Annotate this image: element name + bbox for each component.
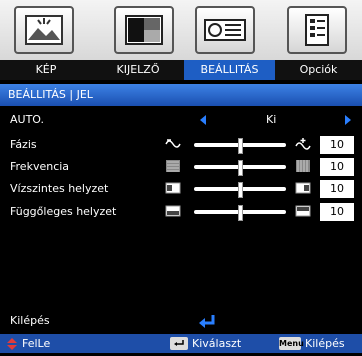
frequency-slider-thumb[interactable] [238, 160, 243, 176]
footer-exit: Menu Kilépés [279, 334, 359, 353]
horizontal-slider-thumb[interactable] [238, 182, 243, 198]
tab-label-opciok[interactable]: Opciók [275, 60, 362, 80]
phase-value: 10 [320, 136, 354, 154]
breadcrumb: BEÁLLITÁS | JEL [0, 84, 362, 106]
horizontal-right-icon [295, 182, 311, 194]
footer-exit-label: Kilépés [305, 337, 345, 350]
setting-label: Függőleges helyzet [10, 205, 117, 218]
phase-minus-icon [165, 139, 181, 148]
vertical-value: 10 [320, 203, 354, 221]
phase-slider-thumb[interactable] [238, 138, 243, 154]
menu-tab-bar: KÉP KIJELZŐ BEÁLLITÁS Opciók [0, 0, 362, 80]
options-icon [287, 6, 347, 54]
return-arrow-icon[interactable] [198, 314, 216, 330]
frequency-value: 10 [320, 158, 354, 176]
arrow-right-icon[interactable] [345, 115, 351, 125]
display-icon [114, 6, 174, 54]
picture-icon [14, 6, 74, 54]
setting-row-vertical[interactable]: Függőleges helyzet 10 [0, 202, 362, 222]
exit-label: Kilépés [10, 314, 50, 327]
projector-icon [195, 6, 255, 54]
setting-row-horizontal[interactable]: Vízszintes helyzet 10 [0, 179, 362, 199]
horizontal-value: 10 [320, 180, 354, 198]
footer-updown-label: FelLe [22, 337, 51, 350]
horizontal-left-icon [165, 182, 181, 194]
setting-label: Frekvencia [10, 160, 70, 173]
vertical-down-icon [165, 205, 181, 217]
auto-label: AUTO. [10, 113, 45, 126]
setting-label: Vízszintes helyzet [10, 182, 109, 195]
footer-select-label: Kiválaszt [192, 337, 242, 350]
footer-select: Kiválaszt [170, 334, 250, 353]
arrow-left-icon[interactable] [200, 115, 206, 125]
tab-label-kep[interactable]: KÉP [0, 60, 93, 80]
exit-row[interactable]: Kilépés [0, 314, 362, 330]
vertical-up-icon [295, 205, 311, 217]
menu-key-icon: Menu [279, 337, 304, 350]
auto-row[interactable]: AUTO. Ki [0, 110, 362, 130]
frequency-minus-icon [166, 160, 180, 172]
phase-plus-icon [295, 138, 311, 150]
setting-row-frequency[interactable]: Frekvencia 10 [0, 157, 362, 177]
auto-value: Ki [266, 113, 277, 126]
up-down-icon [7, 338, 17, 350]
setting-row-phase[interactable]: Fázis 10 [0, 135, 362, 155]
setting-label: Fázis [10, 138, 37, 151]
frequency-plus-icon [296, 160, 310, 172]
enter-key-icon [170, 337, 188, 350]
tab-label-beallitas[interactable]: BEÁLLITÁS [184, 60, 276, 80]
footer-bar: FelLe Kiválaszt Menu Kilépés [0, 334, 362, 353]
footer-updown: FelLe [6, 334, 86, 353]
tab-label-strip: KÉP KIJELZŐ BEÁLLITÁS Opciók [0, 60, 362, 80]
vertical-slider-thumb[interactable] [238, 205, 243, 221]
tab-label-kijelzo[interactable]: KIJELZŐ [92, 60, 185, 80]
